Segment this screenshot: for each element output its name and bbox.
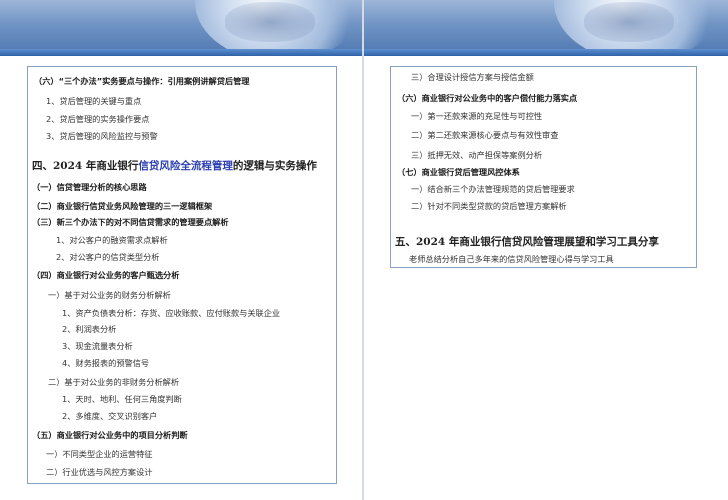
list-item: 1、天时、地利、任何三角度判断 <box>62 394 182 404</box>
subsection-heading: （一）信贷管理分析的核心思路 <box>32 182 147 192</box>
list-item: 2、贷后管理的实务操作要点 <box>46 114 150 124</box>
list-item: 二）第二还款来源核心要点与有效性审查 <box>411 130 559 140</box>
subsection-heading: （三）新三个办法下的对不同信贷需求的管理要点解析 <box>32 217 229 227</box>
left-slide: （六）“三个办法”实务要点与操作：引用案例讲解贷后管理 1、贷后管理的关键与重点… <box>0 0 362 500</box>
section-six-heading: （六）“三个办法”实务要点与操作：引用案例讲解贷后管理 <box>34 76 250 86</box>
list-item: 三）抵押无效、动产担保等案例分析 <box>411 150 543 160</box>
subsection-heading: （七）商业银行贷后管理风控体系 <box>397 167 520 177</box>
right-content-box: 三）合理设计授信方案与授信金额 （六）商业银行对公业务中的客户偿付能力落实点 一… <box>390 66 697 268</box>
list-item: 2、对公客户的信贷类型分析 <box>56 252 160 262</box>
right-header-banner <box>364 0 728 56</box>
list-item: 2、多维度、交叉识别客户 <box>62 411 158 421</box>
list-item: 二）行业优选与风控方案设计 <box>46 467 153 477</box>
left-content-box: （六）“三个办法”实务要点与操作：引用案例讲解贷后管理 1、贷后管理的关键与重点… <box>27 66 337 484</box>
subsection-heading: （六）商业银行对公业务中的客户偿付能力落实点 <box>397 93 578 103</box>
chapter-five-description: 老师总结分析自己多年来的信贷风险管理心得与学习工具 <box>409 254 614 264</box>
list-item: 3、贷后管理的风险监控与预警 <box>46 131 158 141</box>
banner-stripe <box>364 49 728 56</box>
list-item: 1、贷后管理的关键与重点 <box>46 96 142 106</box>
chapter-four-highlight: 信贷风险全流程管理 <box>138 160 233 172</box>
chapter-four-heading: 四、2024 年商业银行信贷风险全流程管理的逻辑与实务操作 <box>32 158 317 173</box>
list-item: 3、现金流量表分析 <box>62 341 133 351</box>
chapter-five-heading: 五、2024 年商业银行信贷风险管理展望和学习工具分享 <box>395 236 659 248</box>
globe-graphic <box>554 0 724 56</box>
list-item: 一）不同类型企业的运营特征 <box>46 449 153 459</box>
chapter-four-prefix: 四、2024 年商业银行 <box>32 160 139 172</box>
list-item: 一）基于对公业务的财务分析解析 <box>48 290 171 300</box>
globe-graphic <box>195 0 362 56</box>
left-header-banner <box>0 0 362 56</box>
right-slide: 三）合理设计授信方案与授信金额 （六）商业银行对公业务中的客户偿付能力落实点 一… <box>364 0 728 500</box>
list-item: 三）合理设计授信方案与授信金额 <box>411 72 534 82</box>
list-item: 2、利润表分析 <box>62 324 117 334</box>
banner-stripe <box>0 49 362 56</box>
list-item: 1、资产负债表分析：存货、应收账款、应付账款与关联企业 <box>62 308 281 318</box>
list-item: 二）针对不同类型贷款的贷后管理方案解析 <box>411 201 567 211</box>
list-item: 一）第一还款来源的充足性与可控性 <box>411 111 543 121</box>
chapter-four-suffix: 的逻辑与实务操作 <box>232 160 317 172</box>
subsection-heading: （五）商业银行对公业务中的项目分析判断 <box>32 430 188 440</box>
list-item: 4、财务报表的预警信号 <box>62 358 150 368</box>
subsection-heading: （二）商业银行信贷业务风险管理的三一逻辑框架 <box>32 201 213 211</box>
list-item: 1、对公客户的融资需求点解析 <box>56 235 168 245</box>
list-item: 二）基于对公业务的非财务分析解析 <box>48 377 180 387</box>
subsection-heading: （四）商业银行对公业务的客户甄选分析 <box>32 270 180 280</box>
list-item: 一）结合新三个办法管理规范的贷后管理要求 <box>411 184 575 194</box>
